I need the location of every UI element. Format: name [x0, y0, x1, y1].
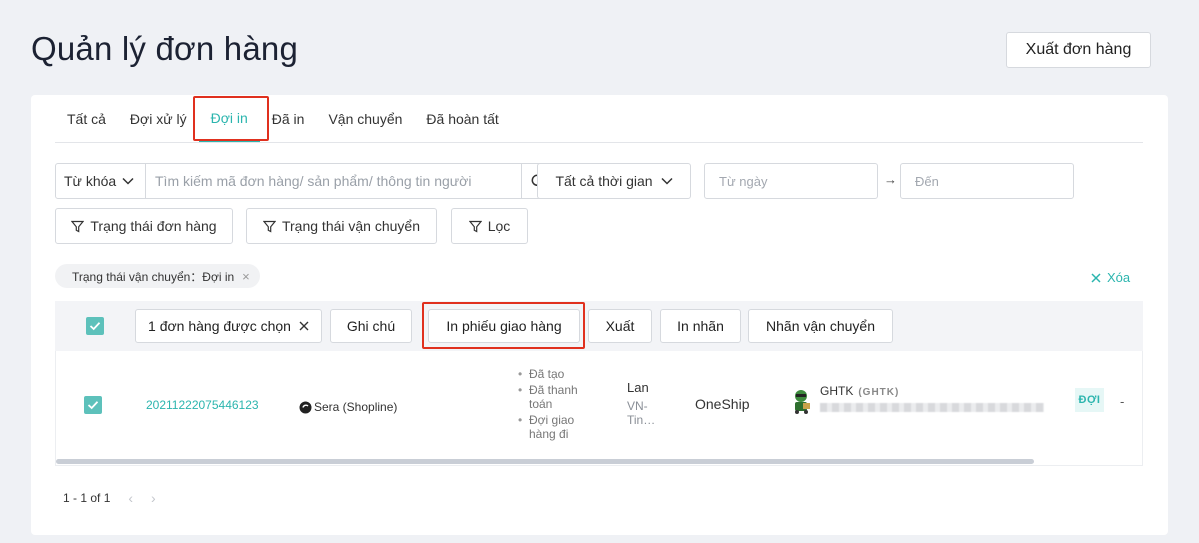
- check-icon: [87, 401, 99, 410]
- courier-mascot-icon: [795, 390, 810, 414]
- search-group: Từ khóa: [55, 163, 556, 199]
- shipper-name: OneShip: [695, 396, 750, 412]
- tab-shipping[interactable]: Vận chuyển: [316, 95, 414, 142]
- shipping-status-filter-label: Trạng thái vận chuyển: [281, 218, 420, 234]
- active-filter-chip: Trạng thái vận chuyển：Đợi in ×: [55, 264, 260, 288]
- filter-icon: [262, 220, 276, 232]
- active-filter-label: Trạng thái vận chuyển：Đợi in: [72, 269, 235, 284]
- status-item: Đợi giao hàng đi: [518, 413, 588, 441]
- empty-cell-dash: -: [1120, 394, 1125, 409]
- date-range-arrow: →: [884, 172, 897, 187]
- print-button-highlight-box: [422, 302, 585, 349]
- tab-highlight-box: [193, 96, 269, 141]
- carrier-code: (GHTK): [858, 387, 900, 398]
- select-all-checkbox[interactable]: [86, 317, 104, 335]
- from-date-field[interactable]: Từ ngày: [704, 163, 878, 199]
- note-button[interactable]: Ghi chú: [330, 309, 412, 343]
- orders-table: 20211222075446123 Sera (Shopline) Đã tạo…: [55, 351, 1143, 466]
- row-checkbox[interactable]: [84, 396, 102, 414]
- remove-filter-icon[interactable]: ×: [242, 269, 250, 284]
- search-input[interactable]: [146, 164, 521, 198]
- more-filter-button[interactable]: Lọc: [451, 208, 528, 244]
- store-logo-icon: [299, 401, 312, 413]
- time-range-select[interactable]: Tất cả thời gian: [537, 163, 691, 199]
- shipping-label-button[interactable]: Nhãn vận chuyển: [748, 309, 893, 343]
- time-range-label: Tất cả thời gian: [555, 173, 653, 189]
- shipping-status-filter-button[interactable]: Trạng thái vận chuyển: [246, 208, 437, 244]
- page-title: Quản lý đơn hàng: [31, 30, 299, 67]
- more-filter-label: Lọc: [487, 218, 511, 234]
- filter-icon: [468, 220, 482, 232]
- to-date-field[interactable]: Đến: [900, 163, 1074, 199]
- close-icon: [299, 321, 309, 331]
- keyword-select-label: Từ khóa: [64, 173, 117, 189]
- chevron-down-icon: [661, 177, 673, 185]
- store-cell: Sera (Shopline): [299, 400, 397, 414]
- tab-pending[interactable]: Đợi xử lý: [118, 95, 199, 142]
- order-status-filter-button[interactable]: Trạng thái đơn hàng: [55, 208, 233, 244]
- tracking-number-blurred: [820, 403, 1044, 412]
- clear-filters-link[interactable]: Xóa: [1091, 270, 1130, 285]
- print-label-button[interactable]: In nhãn: [660, 309, 741, 343]
- orders-card: Tất cả Đợi xử lý Đợi in Đã in Vận chuyển…: [31, 95, 1168, 535]
- chevron-down-icon: [122, 177, 134, 185]
- pagination-range: 1 - 1 of 1: [63, 491, 111, 505]
- filter-icon: [71, 220, 85, 232]
- bulk-action-bar: 1 đơn hàng được chọn Ghi chú In phiếu gi…: [55, 301, 1143, 351]
- check-icon: [89, 322, 101, 331]
- selected-count-button[interactable]: 1 đơn hàng được chọn: [135, 309, 322, 343]
- status-badge: ĐỢI: [1075, 388, 1104, 412]
- close-icon: [1091, 272, 1101, 283]
- order-id-link[interactable]: 20211222075446123: [146, 398, 259, 412]
- selected-count-label: 1 đơn hàng được chọn: [148, 318, 291, 334]
- next-page-icon[interactable]: ›: [151, 490, 156, 506]
- customer-location: VN-Tin…: [627, 399, 656, 427]
- clear-filters-label: Xóa: [1107, 270, 1131, 285]
- status-item: Đã tạo: [518, 367, 588, 381]
- store-name: Sera (Shopline): [314, 400, 398, 414]
- status-item: Đã thanh toán: [518, 383, 588, 411]
- carrier-cell: GHTK (GHTK): [820, 384, 899, 398]
- export-orders-button[interactable]: Xuất đơn hàng: [1006, 32, 1151, 68]
- keyword-select[interactable]: Từ khóa: [56, 164, 146, 198]
- status-list: Đã tạo Đã thanh toán Đợi giao hàng đi: [518, 367, 588, 443]
- customer-name: Lan: [627, 380, 649, 395]
- tab-all[interactable]: Tất cả: [55, 95, 118, 142]
- carrier-name: GHTK: [820, 384, 854, 398]
- export-button[interactable]: Xuất: [588, 309, 652, 343]
- pagination: 1 - 1 of 1 ‹ ›: [63, 490, 156, 506]
- horizontal-scrollbar[interactable]: [56, 459, 1034, 464]
- prev-page-icon[interactable]: ‹: [128, 490, 133, 506]
- tab-completed[interactable]: Đã hoàn tất: [414, 95, 510, 142]
- order-status-filter-label: Trạng thái đơn hàng: [90, 218, 217, 234]
